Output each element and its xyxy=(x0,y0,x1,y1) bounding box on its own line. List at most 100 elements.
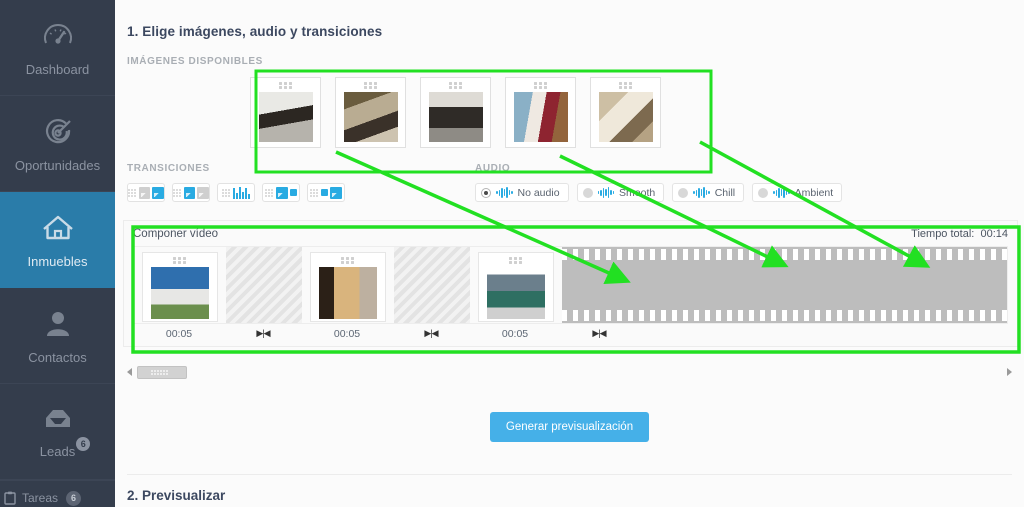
transitions-list xyxy=(127,183,345,202)
timeline-clip[interactable] xyxy=(302,247,394,323)
clip-preview xyxy=(487,266,545,319)
sidebar-item-label: Inmuebles xyxy=(27,253,88,269)
main-content: 1. Elige imágenes, audio y transiciones … xyxy=(115,0,1024,507)
timeline-clip[interactable] xyxy=(134,247,226,323)
audio-option-no-audio[interactable]: No audio xyxy=(475,183,569,202)
timeline-strip[interactable] xyxy=(133,246,1008,324)
audio-option-label: Ambient xyxy=(794,186,834,199)
transition-zoom-in-button[interactable] xyxy=(307,183,345,202)
status-badge: 6 xyxy=(66,490,82,506)
image-thumbnail[interactable] xyxy=(335,77,406,148)
cut-marker-icon[interactable]: ▶|◀ xyxy=(561,328,637,340)
clipboard-icon xyxy=(4,491,16,505)
clip-duration: 00:05 xyxy=(501,328,529,340)
image-thumbnail[interactable] xyxy=(250,77,321,148)
sidebar-item-oportunidades[interactable]: Oportunidades xyxy=(0,96,115,192)
image-thumbnail[interactable] xyxy=(505,77,576,148)
zoom-out-transition-icon xyxy=(276,186,288,199)
clip-preview xyxy=(319,266,377,319)
sidebar-item-inmuebles[interactable]: Inmuebles xyxy=(0,192,115,288)
sidebar-item-label: Oportunidades xyxy=(14,157,101,173)
transitions-section: TRANSICIONES xyxy=(127,151,345,202)
drag-handle-icon[interactable] xyxy=(173,256,187,264)
user-icon xyxy=(41,307,75,341)
transition-gap[interactable] xyxy=(226,247,302,323)
image-preview xyxy=(258,92,313,142)
sidebar-item-label: Dashboard xyxy=(25,61,90,77)
scroll-right-arrow-icon[interactable] xyxy=(1007,368,1012,376)
timeline-clip[interactable] xyxy=(470,247,562,323)
audio-section-label: AUDIO xyxy=(475,163,511,174)
video-composer-panel: Componer vídeo Tiempo total: 00:14 00:05… xyxy=(123,220,1018,347)
drag-handle-icon[interactable] xyxy=(128,188,137,197)
sidebar-item-label: Leads 6 xyxy=(39,436,91,459)
sidebar-item-contactos[interactable]: Contactos xyxy=(0,288,115,384)
drag-handle-icon[interactable] xyxy=(341,256,355,264)
grip-icon xyxy=(151,369,173,376)
sidebar: Dashboard Oportunidades Inmuebles Contac… xyxy=(0,0,115,507)
audio-section: AUDIO No audio Smooth Chill Ambient xyxy=(475,151,843,202)
target-icon xyxy=(41,115,75,149)
empty-filmstrip-area[interactable] xyxy=(562,247,1007,323)
transition-slide-bars-button[interactable] xyxy=(217,183,255,202)
inbox-icon xyxy=(41,405,75,435)
transition-fade-out-button[interactable] xyxy=(172,183,210,202)
gauge-icon xyxy=(41,19,75,53)
clip-duration: 00:05 xyxy=(165,328,193,340)
radio-icon[interactable] xyxy=(481,187,491,198)
timeline-scrollbar[interactable] xyxy=(127,365,1012,379)
total-time-value: 00:14 xyxy=(980,228,1008,240)
timeline-durations: 00:05 ▶|◀ 00:05 ▶|◀ 00:05 ▶|◀ xyxy=(133,328,1008,340)
cut-marker-icon[interactable]: ▶|◀ xyxy=(225,328,301,340)
cut-marker-icon[interactable]: ▶|◀ xyxy=(393,328,469,340)
drag-handle-icon[interactable] xyxy=(533,82,548,89)
fade-in-transition-icon xyxy=(152,186,165,199)
audio-option-label: Smooth xyxy=(619,186,656,199)
sidebar-item-leads[interactable]: Leads 6 xyxy=(0,384,115,480)
total-time: Tiempo total: 00:14 xyxy=(911,228,1008,240)
zoom-in-transition-icon xyxy=(321,189,328,196)
drag-handle-icon[interactable] xyxy=(448,82,463,89)
transition-fade-in-button[interactable] xyxy=(127,183,165,202)
slide-bars-transition-icon xyxy=(233,186,250,199)
scrollbar-track[interactable] xyxy=(137,366,1002,379)
transition-gap[interactable] xyxy=(394,247,470,323)
drag-handle-icon[interactable] xyxy=(310,188,319,197)
zoom-out-transition-icon xyxy=(290,189,297,196)
image-thumbnail[interactable] xyxy=(420,77,491,148)
sidebar-item-tareas[interactable]: Tareas 6 xyxy=(0,480,115,507)
fade-in-transition-icon xyxy=(138,186,151,199)
image-thumbnail[interactable] xyxy=(590,77,661,148)
home-icon xyxy=(40,211,76,245)
drag-handle-icon[interactable] xyxy=(363,82,378,89)
audio-option-ambient[interactable]: Ambient xyxy=(752,183,843,202)
scrollbar-thumb[interactable] xyxy=(137,366,187,379)
audio-option-label: No audio xyxy=(517,186,560,199)
sidebar-item-text: Leads xyxy=(39,443,76,459)
drag-handle-icon[interactable] xyxy=(222,188,231,197)
image-preview xyxy=(513,92,568,142)
radio-icon[interactable] xyxy=(678,187,689,198)
transitions-audio-row: TRANSICIONES AUDIO No audio Smooth Chill… xyxy=(115,151,1024,202)
audio-option-smooth[interactable]: Smooth xyxy=(576,183,665,202)
sidebar-item-label: Contactos xyxy=(28,349,87,365)
radio-icon[interactable] xyxy=(758,187,769,198)
generate-preview-button[interactable]: Generar previsualización xyxy=(489,412,650,442)
sidebar-item-dashboard[interactable]: Dashboard xyxy=(0,0,115,96)
step2-title: 2. Previsualizar xyxy=(127,488,226,503)
section-divider xyxy=(127,474,1012,475)
drag-handle-icon[interactable] xyxy=(278,82,293,89)
clip-duration: 00:05 xyxy=(333,328,361,340)
transition-zoom-out-button[interactable] xyxy=(262,183,300,202)
fade-out-transition-icon xyxy=(197,186,210,199)
generate-preview-wrap: Generar previsualización xyxy=(115,412,1024,442)
waveform-icon xyxy=(693,187,710,198)
radio-icon[interactable] xyxy=(582,187,593,198)
total-time-label: Tiempo total: xyxy=(911,228,975,240)
drag-handle-icon[interactable] xyxy=(509,256,523,264)
drag-handle-icon[interactable] xyxy=(173,188,182,197)
audio-option-chill[interactable]: Chill xyxy=(672,183,745,202)
drag-handle-icon[interactable] xyxy=(265,188,274,197)
scroll-left-arrow-icon[interactable] xyxy=(127,368,132,376)
drag-handle-icon[interactable] xyxy=(618,82,633,89)
